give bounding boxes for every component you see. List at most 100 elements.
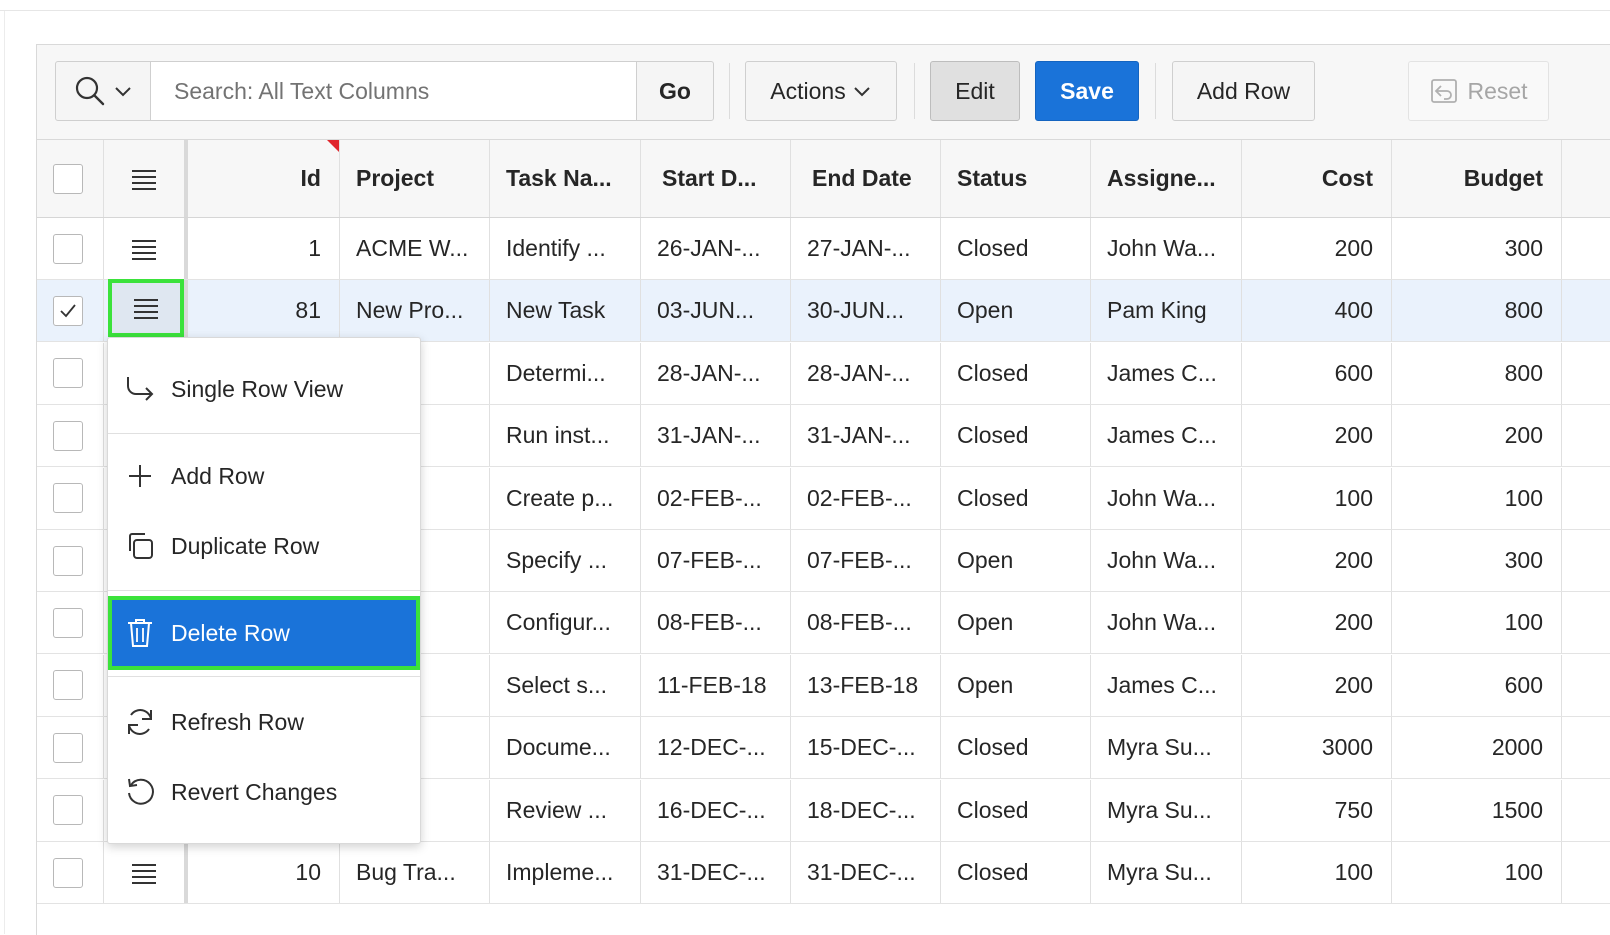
row-checkbox[interactable] <box>53 483 83 514</box>
cell-cost[interactable]: 200 <box>1241 592 1391 653</box>
cell-status[interactable]: Open <box>940 280 1090 341</box>
go-button[interactable]: Go <box>636 61 714 121</box>
cell-end-date[interactable]: 13-FEB-18 <box>790 655 940 716</box>
table-row[interactable]: 81 New Pro... New Task 03-JUN... 30-JUN... Op… <box>37 279 1610 343</box>
row-checkbox[interactable] <box>53 607 83 638</box>
row-checkbox[interactable] <box>53 732 83 763</box>
cell-start-date[interactable]: 28-JAN-... <box>640 343 790 404</box>
cell-start-date[interactable]: 03-JUN... <box>640 280 790 341</box>
column-header-end-date[interactable]: End Date <box>790 140 940 217</box>
row-actions-button[interactable] <box>104 218 184 279</box>
reset-button[interactable]: Reset <box>1408 61 1549 121</box>
cell-cost[interactable]: 750 <box>1241 780 1391 841</box>
cell-status[interactable]: Closed <box>940 717 1090 778</box>
cell-task-name[interactable]: Run inst... <box>489 405 640 466</box>
cell-end-date[interactable]: 02-FEB-... <box>790 468 940 529</box>
row-actions-button[interactable] <box>104 842 184 903</box>
column-header-budget[interactable]: Budget <box>1391 140 1561 217</box>
cell-cost[interactable]: 3000 <box>1241 717 1391 778</box>
cell-end-date[interactable]: 18-DEC-... <box>790 780 940 841</box>
cell-end-date[interactable]: 28-JAN-... <box>790 343 940 404</box>
cell-task-name[interactable]: Specify ... <box>489 530 640 591</box>
column-header-status[interactable]: Status <box>940 140 1090 217</box>
cell-task-name[interactable]: Create p... <box>489 468 640 529</box>
row-checkbox[interactable] <box>53 857 83 888</box>
cell-budget[interactable]: 800 <box>1391 343 1561 404</box>
select-all-checkbox[interactable] <box>53 163 83 194</box>
menu-item-duplicate-row[interactable]: Duplicate Row <box>108 516 420 576</box>
cell-end-date[interactable]: 07-FEB-... <box>790 530 940 591</box>
add-row-button[interactable]: Add Row <box>1172 61 1315 121</box>
cell-project[interactable]: New Pro... <box>339 280 489 341</box>
cell-budget[interactable]: 600 <box>1391 655 1561 716</box>
row-actions-button[interactable] <box>108 279 184 338</box>
actions-menu-button[interactable]: Actions <box>745 61 897 121</box>
table-row[interactable]: 10 Bug Tra... Impleme... 31-DEC-... 31-DEC-.… <box>37 842 1610 904</box>
cell-status[interactable]: Closed <box>940 780 1090 841</box>
cell-budget[interactable]: 100 <box>1391 468 1561 529</box>
cell-start-date[interactable]: 26-JAN-... <box>640 218 790 279</box>
cell-budget[interactable]: 300 <box>1391 530 1561 591</box>
cell-assignee[interactable]: John Wa... <box>1090 468 1241 529</box>
cell-status[interactable]: Closed <box>940 468 1090 529</box>
row-checkbox[interactable] <box>53 420 83 451</box>
cell-assignee[interactable]: Myra Su... <box>1090 717 1241 778</box>
menu-item-single-row-view[interactable]: Single Row View <box>108 359 420 419</box>
row-checkbox[interactable] <box>53 233 83 264</box>
cell-task-name[interactable]: Select s... <box>489 655 640 716</box>
cell-assignee[interactable]: James C... <box>1090 405 1241 466</box>
cell-cost[interactable]: 200 <box>1241 218 1391 279</box>
cell-task-name[interactable]: Determi... <box>489 343 640 404</box>
cell-budget[interactable]: 800 <box>1391 280 1561 341</box>
search-column-menu-button[interactable] <box>55 61 151 121</box>
cell-assignee[interactable]: Myra Su... <box>1090 842 1241 903</box>
cell-budget[interactable]: 1500 <box>1391 780 1561 841</box>
cell-end-date[interactable]: 30-JUN... <box>790 280 940 341</box>
row-checkbox[interactable] <box>53 295 83 326</box>
cell-start-date[interactable]: 11-FEB-18 <box>640 655 790 716</box>
cell-task-name[interactable]: Configur... <box>489 592 640 653</box>
cell-cost[interactable]: 200 <box>1241 530 1391 591</box>
cell-assignee[interactable]: Myra Su... <box>1090 780 1241 841</box>
cell-cost[interactable]: 200 <box>1241 405 1391 466</box>
cell-cost[interactable]: 100 <box>1241 468 1391 529</box>
cell-status[interactable]: Closed <box>940 842 1090 903</box>
cell-assignee[interactable]: John Wa... <box>1090 530 1241 591</box>
cell-id[interactable]: 81 <box>188 280 339 341</box>
menu-item-add-row[interactable]: Add Row <box>108 446 420 506</box>
cell-start-date[interactable]: 12-DEC-... <box>640 717 790 778</box>
column-header-assignee[interactable]: Assigne... <box>1090 140 1241 217</box>
cell-task-name[interactable]: Impleme... <box>489 842 640 903</box>
cell-cost[interactable]: 100 <box>1241 842 1391 903</box>
column-header-id[interactable]: Id <box>188 140 339 217</box>
cell-status[interactable]: Closed <box>940 405 1090 466</box>
cell-task-name[interactable]: Identify ... <box>489 218 640 279</box>
table-row[interactable]: 1 ACME W... Identify ... 26-JAN-... 27-JAN-.… <box>37 218 1610 280</box>
cell-assignee[interactable]: Pam King <box>1090 280 1241 341</box>
cell-assignee[interactable]: John Wa... <box>1090 218 1241 279</box>
cell-status[interactable]: Open <box>940 655 1090 716</box>
cell-status[interactable]: Closed <box>940 218 1090 279</box>
cell-task-name[interactable]: Docume... <box>489 717 640 778</box>
menu-item-refresh-row[interactable]: Refresh Row <box>108 692 420 752</box>
column-header-task-name[interactable]: Task Na... <box>489 140 640 217</box>
cell-end-date[interactable]: 08-FEB-... <box>790 592 940 653</box>
cell-id[interactable]: 10 <box>188 842 339 903</box>
cell-budget[interactable]: 100 <box>1391 592 1561 653</box>
cell-project[interactable]: ACME W... <box>339 218 489 279</box>
column-header-project[interactable]: Project <box>339 140 489 217</box>
cell-status[interactable]: Closed <box>940 343 1090 404</box>
cell-end-date[interactable]: 31-DEC-... <box>790 842 940 903</box>
cell-budget[interactable]: 2000 <box>1391 717 1561 778</box>
row-checkbox[interactable] <box>53 545 83 576</box>
cell-id[interactable]: 1 <box>188 218 339 279</box>
cell-budget[interactable]: 300 <box>1391 218 1561 279</box>
cell-task-name[interactable]: Review ... <box>489 780 640 841</box>
row-checkbox[interactable] <box>53 358 83 389</box>
cell-budget[interactable]: 200 <box>1391 405 1561 466</box>
row-checkbox[interactable] <box>53 795 83 826</box>
cell-assignee[interactable]: James C... <box>1090 343 1241 404</box>
cell-cost[interactable]: 400 <box>1241 280 1391 341</box>
row-checkbox[interactable] <box>53 670 83 701</box>
menu-item-revert-changes[interactable]: Revert Changes <box>108 762 420 822</box>
